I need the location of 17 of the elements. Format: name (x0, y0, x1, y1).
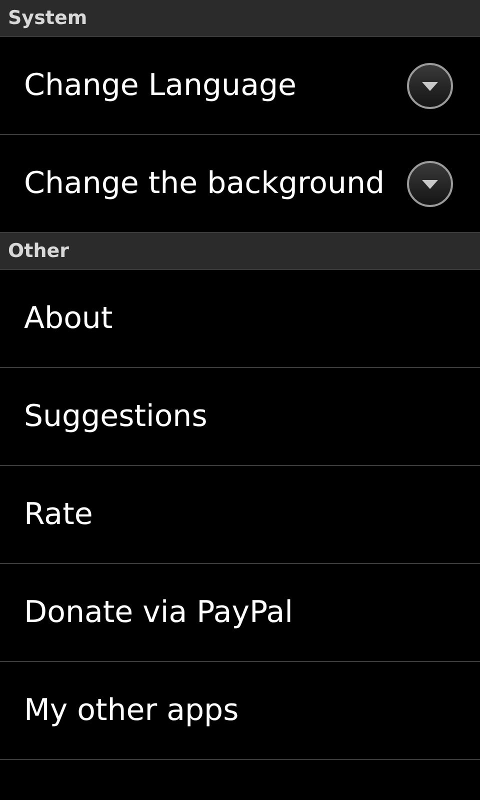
preference-item[interactable]: My other apps (0, 662, 480, 760)
preference-label: My other apps (24, 692, 239, 730)
preference-label: Rate (24, 496, 93, 534)
preference-label: Change Language (24, 67, 296, 105)
preference-item[interactable]: Suggestions (0, 368, 480, 466)
preference-item[interactable]: Change Language (0, 37, 480, 135)
dropdown-icon (406, 62, 454, 110)
preference-item[interactable]: Donate via PayPal (0, 564, 480, 662)
preference-label: Change the background (24, 165, 385, 203)
dropdown-icon (406, 160, 454, 208)
preference-label: Donate via PayPal (24, 594, 293, 632)
section-header: Other (0, 233, 480, 270)
preference-item[interactable]: About (0, 270, 480, 368)
preference-label: About (24, 300, 113, 338)
preference-item[interactable]: Rate (0, 466, 480, 564)
preference-label: Suggestions (24, 398, 208, 436)
section-header: System (0, 0, 480, 37)
